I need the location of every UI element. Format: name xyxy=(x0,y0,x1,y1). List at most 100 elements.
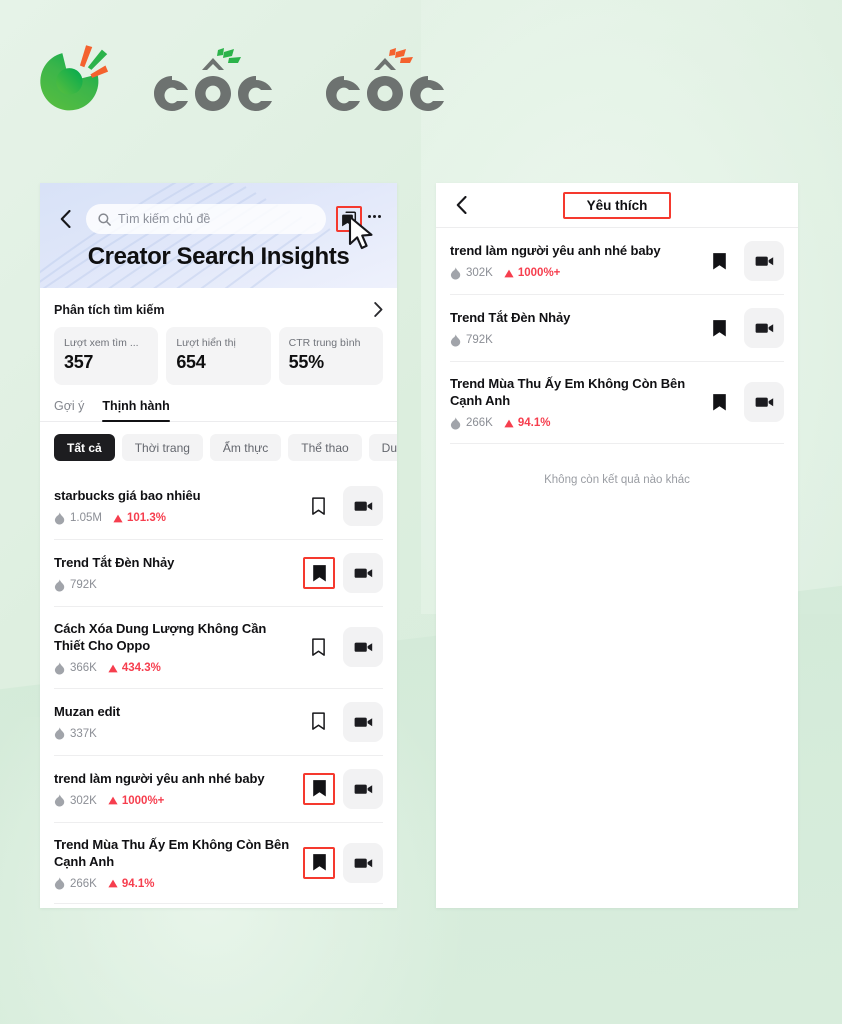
result-views: 792K xyxy=(54,579,97,592)
stat-label: Lượt xem tìm ... xyxy=(64,337,139,349)
create-video-button[interactable] xyxy=(343,486,383,526)
result-title: Trend Mùa Thu Ấy Em Không Còn Bên Cạnh A… xyxy=(450,376,686,409)
result-views-text: 302K xyxy=(70,794,97,807)
chip-sports[interactable]: Thể thao xyxy=(288,434,362,461)
table-row[interactable]: Trend Mùa Thu Ấy Em Không Còn Bên Cạnh A… xyxy=(54,823,383,905)
video-camera-icon xyxy=(755,256,773,266)
table-row[interactable]: trend làm người yêu anh nhé baby 302K 1000… xyxy=(54,756,383,823)
bookmark-button[interactable] xyxy=(303,772,335,805)
fire-icon xyxy=(450,416,461,430)
table-row[interactable]: Trend Tắt Đèn Nhảy 792K xyxy=(450,295,784,362)
bookmark-icon xyxy=(712,319,726,336)
table-row[interactable]: trend làm người yêu anh nhé baby 302K 1000… xyxy=(450,228,784,295)
bookmark-button[interactable] xyxy=(702,244,736,278)
result-views: 266K xyxy=(54,877,97,890)
insights-hero: Creator Search Insights xyxy=(40,183,397,288)
coccoc-donut-logo xyxy=(40,45,109,111)
chip-fashion[interactable]: Thời trang xyxy=(121,434,203,461)
result-delta: 101.3% xyxy=(113,512,166,524)
create-video-button[interactable] xyxy=(343,553,383,593)
insights-topbar-actions xyxy=(336,206,383,232)
result-views: 792K xyxy=(450,334,493,347)
chevron-left-icon xyxy=(60,210,71,228)
chip-travel[interactable]: Du lịch xyxy=(368,434,397,461)
stat-label: Lượt hiển thị xyxy=(176,337,236,349)
result-meta: 366K 434.3% xyxy=(54,661,293,675)
result-title: Trend Tắt Đèn Nhảy xyxy=(450,310,571,326)
search-analytics-chevron[interactable] xyxy=(374,302,383,317)
brand-header xyxy=(28,38,460,130)
table-row[interactable]: Cách Xóa Dung Lượng Không Cần Thiết Cho … xyxy=(54,607,383,689)
table-row[interactable]: starbucks giá bao nhiêu 1.05M 101.3% xyxy=(54,473,383,540)
stat-value: 357 xyxy=(64,352,94,372)
result-title: Trend Tắt Đèn Nhảy xyxy=(54,555,175,571)
result-meta: 302K 1000%+ xyxy=(450,267,694,280)
tab-trending[interactable]: Thịnh hành xyxy=(102,399,171,422)
fire-icon xyxy=(54,579,65,592)
create-video-button[interactable] xyxy=(744,241,784,281)
back-button[interactable] xyxy=(54,208,76,230)
table-row[interactable]: Trend Tắt Đèn Nhảy 792K xyxy=(54,540,383,607)
result-delta: 434.3% xyxy=(108,662,161,674)
result-views: 1.05M xyxy=(54,512,102,525)
create-video-button[interactable] xyxy=(744,382,784,423)
video-camera-icon xyxy=(354,501,372,511)
create-video-button[interactable] xyxy=(343,627,383,668)
fire-icon xyxy=(54,794,65,807)
favorites-topbar: Yêu thích xyxy=(436,183,798,228)
result-main: Trend Tắt Đèn Nhảy 792K xyxy=(54,554,295,592)
stat-label: CTR trung bình xyxy=(288,337,361,349)
table-row[interactable]: Muzan edit 337K xyxy=(54,689,383,756)
triangle-up-icon xyxy=(108,879,118,888)
fire-icon xyxy=(54,661,65,675)
bookmark-button[interactable] xyxy=(702,311,736,345)
create-video-button[interactable] xyxy=(744,308,784,348)
result-views: 337K xyxy=(54,727,97,740)
create-video-button[interactable] xyxy=(343,842,383,883)
bookmark-button[interactable] xyxy=(702,385,736,419)
table-row[interactable]: Trend Mùa Thu Ấy Em Không Còn Bên Cạnh A… xyxy=(450,362,784,444)
result-meta: 1.05M 101.3% xyxy=(54,512,293,525)
favorites-title: Yêu thích xyxy=(562,191,672,219)
chevron-left-icon xyxy=(456,196,467,214)
search-analytics-label: Phân tích tìm kiếm xyxy=(54,302,165,317)
more-options-button[interactable] xyxy=(366,214,383,224)
bookmark-icon xyxy=(312,854,326,871)
favorites-back-button[interactable] xyxy=(450,194,472,216)
chip-all[interactable]: Tất cả xyxy=(54,434,115,461)
saved-bookmarks-icon xyxy=(342,210,357,226)
result-delta-text: 94.1% xyxy=(517,417,551,430)
video-camera-icon xyxy=(354,568,372,578)
insights-tabs: Gợi ý Thịnh hành xyxy=(40,385,397,422)
search-analytics-header[interactable]: Phân tích tìm kiếm xyxy=(40,288,397,317)
stat-value: 654 xyxy=(176,352,206,372)
create-video-button[interactable] xyxy=(343,768,383,809)
result-title: trend làm người yêu anh nhé baby xyxy=(450,243,661,259)
bookmark-button[interactable] xyxy=(301,705,335,739)
result-meta: 792K xyxy=(54,579,295,592)
chip-food[interactable]: Ẩm thực xyxy=(209,434,282,461)
result-meta: 266K 94.1% xyxy=(54,877,295,890)
bookmark-button[interactable] xyxy=(301,489,335,523)
result-main: Trend Mùa Thu Ấy Em Không Còn Bên Cạnh A… xyxy=(450,375,694,430)
search-input[interactable] xyxy=(118,212,314,226)
bookmark-icon xyxy=(312,780,326,797)
result-views-text: 302K xyxy=(466,267,493,280)
search-bar[interactable] xyxy=(86,204,326,234)
bookmark-button[interactable] xyxy=(303,557,335,589)
video-camera-icon xyxy=(354,642,372,653)
result-title: Trend Mùa Thu Ấy Em Không Còn Bên Cạnh A… xyxy=(54,836,290,869)
stat-card-ctr: CTR trung bình 55% xyxy=(278,327,383,385)
fire-icon xyxy=(54,877,65,890)
bookmark-button[interactable] xyxy=(303,846,335,879)
tab-suggestions[interactable]: Gợi ý xyxy=(54,399,84,421)
more-dot xyxy=(378,214,381,218)
fire-icon xyxy=(450,334,461,347)
page-title: Creator Search Insights xyxy=(87,243,350,270)
video-camera-icon xyxy=(354,717,372,727)
saved-bookmarks-button[interactable] xyxy=(336,206,362,232)
result-views: 266K xyxy=(450,416,493,430)
bookmark-button[interactable] xyxy=(301,630,335,664)
create-video-button[interactable] xyxy=(343,701,383,742)
bookmark-icon xyxy=(312,564,326,581)
